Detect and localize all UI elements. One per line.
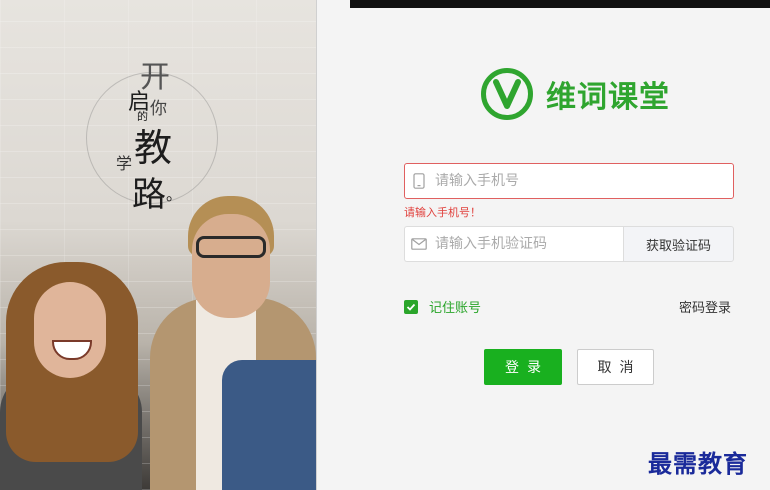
cancel-button[interactable]: 取消 (577, 349, 654, 385)
slogan-char-8: 。 (166, 185, 183, 204)
hero-photo-panel: 开 启 你 的 教 学 路 。 (0, 0, 316, 490)
brand-logo: 维词课堂 (480, 66, 670, 122)
logo-v-icon (481, 68, 533, 120)
checkmark-icon (406, 303, 416, 311)
login-button[interactable]: 登录 (484, 349, 562, 385)
phone-error-message: 请输入手机号！ (404, 206, 481, 219)
slogan-char-5: 教 (134, 126, 173, 170)
slogan-char-6: 学 (116, 154, 133, 173)
top-dark-bar (350, 0, 770, 8)
remember-checkbox[interactable] (404, 299, 418, 314)
mail-icon (405, 238, 433, 250)
slogan-char-3: 你 (150, 99, 167, 119)
panel-divider (316, 0, 317, 490)
brand-name: 维词课堂 (546, 80, 670, 115)
phone-icon (405, 173, 433, 189)
verification-code-input[interactable] (433, 235, 617, 253)
man-glasses (196, 236, 266, 258)
slogan-char-7: 路 (132, 175, 166, 215)
man-jeans (222, 360, 316, 490)
phone-input[interactable] (433, 172, 717, 190)
remember-label: 记住账号 (429, 301, 482, 316)
woman-face (34, 282, 106, 378)
phone-field[interactable] (404, 163, 734, 199)
man-face (192, 214, 270, 318)
remember-account[interactable]: 记住账号 (404, 297, 481, 316)
password-login-link[interactable]: 密码登录 (679, 297, 731, 316)
get-code-button[interactable]: 获取验证码 (623, 226, 734, 262)
verification-code-field[interactable] (404, 226, 623, 262)
watermark-text: 最需教育 (648, 449, 748, 478)
